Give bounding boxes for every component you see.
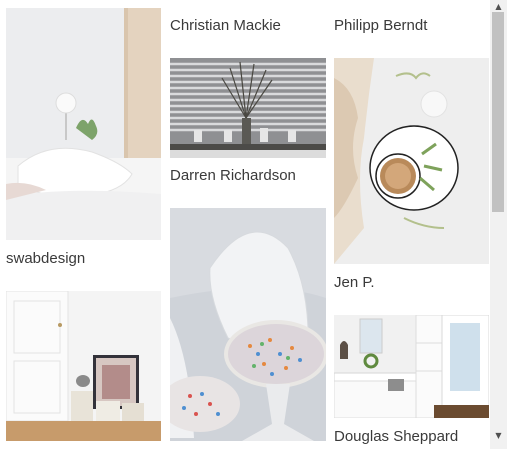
photographer-name[interactable]: Philipp Berndt <box>334 17 427 34</box>
photo-coffee-bed[interactable] <box>334 58 489 264</box>
photo-door-books-image <box>6 291 161 441</box>
photo-mudroom-image <box>334 315 489 418</box>
photo-gallery: swabdesign Christian Mackie Darren Richa… <box>0 0 490 449</box>
photographer-name[interactable]: Douglas Sheppard <box>334 428 458 445</box>
photo-mudroom[interactable] <box>334 315 489 418</box>
photographer-name[interactable]: Jen P. <box>334 274 375 291</box>
photographer-name[interactable]: swabdesign <box>6 250 85 267</box>
photo-window-vases[interactable] <box>170 58 326 158</box>
triangle-down-icon[interactable]: ▼ <box>490 429 507 443</box>
photo-tulip-chairs-image <box>170 208 326 441</box>
vertical-scrollbar[interactable]: ▲ ▼ <box>490 0 507 449</box>
photographer-name[interactable]: Darren Richardson <box>170 167 296 184</box>
photo-tulip-chairs[interactable] <box>170 208 326 441</box>
photo-door-books[interactable] <box>6 291 161 441</box>
photo-coffee-bed-image <box>334 58 489 264</box>
scrollbar-thumb[interactable] <box>492 12 504 212</box>
photo-bedroom[interactable] <box>6 8 161 240</box>
photographer-name[interactable]: Christian Mackie <box>170 17 281 34</box>
photo-window-vases-image <box>170 58 326 158</box>
photo-bedroom-image <box>6 8 161 240</box>
